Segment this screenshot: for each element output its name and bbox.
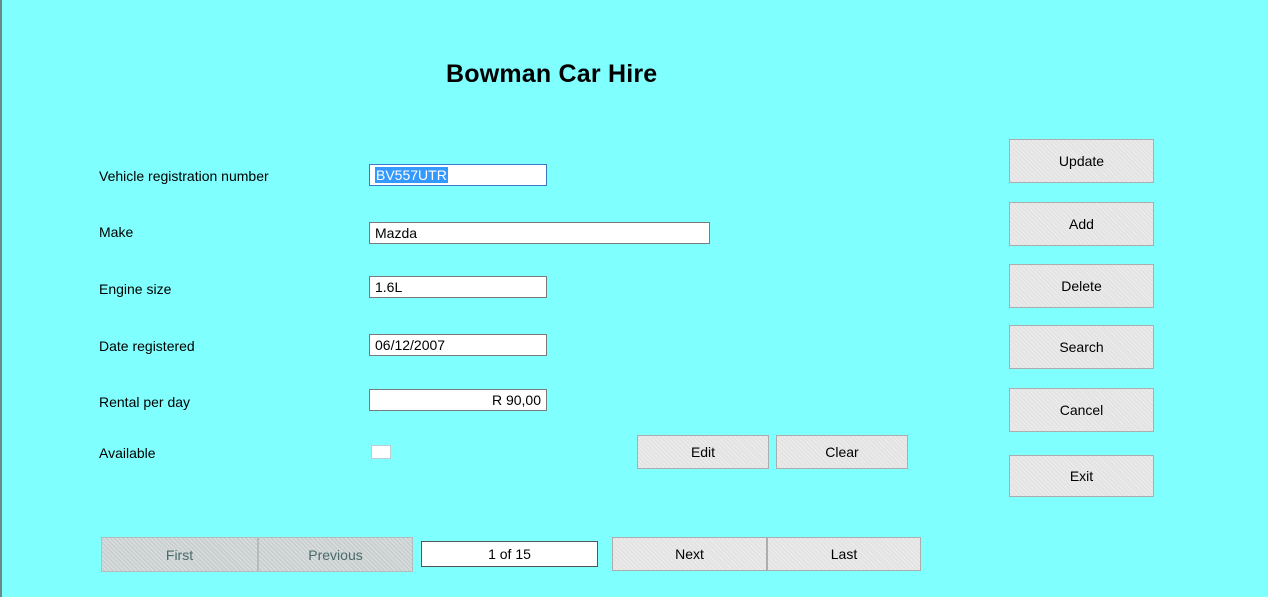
first-record-button[interactable]: First: [101, 537, 258, 572]
page-title: Bowman Car Hire: [446, 60, 658, 88]
rental-per-day-field[interactable]: R 90,00: [369, 389, 547, 411]
available-label: Available: [99, 445, 156, 461]
window-left-border: [0, 0, 2, 597]
record-position-indicator: 1 of 15: [421, 541, 598, 567]
clear-button[interactable]: Clear: [776, 435, 908, 469]
previous-record-button[interactable]: Previous: [258, 537, 413, 572]
engine-size-field[interactable]: 1.6L: [369, 276, 547, 298]
edit-button[interactable]: Edit: [637, 435, 769, 469]
date-registered-field[interactable]: 06/12/2007: [369, 334, 547, 356]
rental-per-day-label: Rental per day: [99, 394, 191, 410]
make-field[interactable]: Mazda: [369, 222, 710, 244]
registration-selected-text: BV557UTR: [375, 167, 448, 183]
date-registered-label: Date registered: [99, 338, 195, 354]
delete-button[interactable]: Delete: [1009, 264, 1154, 308]
search-button[interactable]: Search: [1009, 325, 1154, 369]
available-checkbox[interactable]: [371, 445, 391, 459]
make-label: Make: [99, 224, 134, 240]
engine-size-label: Engine size: [99, 281, 172, 297]
cancel-button[interactable]: Cancel: [1009, 388, 1154, 432]
registration-field[interactable]: BV557UTR: [369, 164, 547, 186]
add-button[interactable]: Add: [1009, 202, 1154, 246]
next-record-button[interactable]: Next: [612, 537, 767, 571]
last-record-button[interactable]: Last: [767, 537, 921, 571]
registration-label: Vehicle registration number: [99, 168, 269, 184]
update-button[interactable]: Update: [1009, 139, 1154, 183]
exit-button[interactable]: Exit: [1009, 455, 1154, 497]
